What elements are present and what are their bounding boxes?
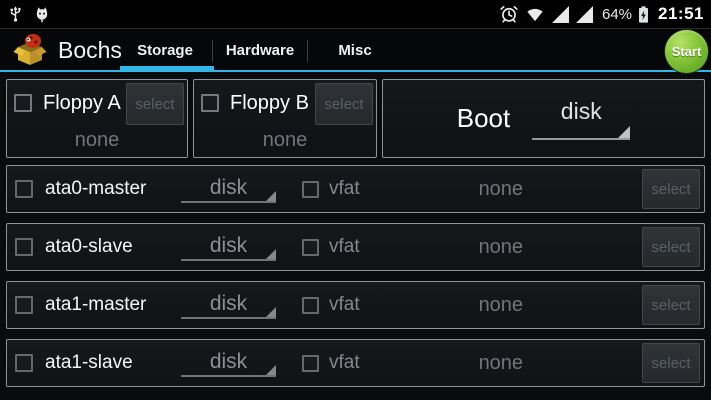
media-type-value: disk [210,292,247,316]
floppy-a-panel: Floppy A select none [6,79,188,158]
ata0-slave-value: none [360,236,642,259]
floppy-a-checkbox[interactable] [14,94,32,112]
vfat-label: vfat [329,178,360,200]
ata1-slave-checkbox[interactable] [15,354,33,372]
ata1-slave-select-button[interactable]: select [642,343,700,383]
floppy-b-panel: Floppy B select none [193,79,377,158]
action-bar: Bochs Storage Hardware Misc Start [0,28,711,72]
ata0-slave-media-spinner[interactable]: disk [181,234,276,261]
wifi-icon [524,4,546,24]
floppy-a-label: Floppy A [43,92,121,115]
ata1-slave-label: ata1-slave [45,352,167,374]
ata1-master-select-button[interactable]: select [642,285,700,325]
usb-icon [7,4,24,24]
ata1-master-media-spinner[interactable]: disk [181,292,276,319]
clock-time: 21:51 [658,4,704,24]
battery-icon [637,4,650,25]
floppy-a-value: none [7,129,187,152]
floppy-b-checkbox[interactable] [201,94,219,112]
tab-misc[interactable]: Misc [308,29,402,72]
spinner-arrow-icon [266,249,276,259]
ata0-master-select-button[interactable]: select [642,169,700,209]
vfat-label: vfat [329,236,360,258]
ata0-master-label: ata0-master [45,178,167,200]
cell-signal-icon [575,5,594,24]
ata0-master-value: none [360,178,642,201]
floppy-a-select-button[interactable]: select [126,83,184,125]
boot-device-value: disk [561,98,602,125]
battery-percent: 64% [602,6,632,23]
ata0-master-vfat-checkbox[interactable] [302,181,319,198]
ata1-slave-row: ata1-slave disk vfat none select [6,339,705,387]
ata1-master-label: ata1-master [45,294,167,316]
ata1-master-checkbox[interactable] [15,296,33,314]
vfat-label: vfat [329,352,360,374]
ata1-slave-media-spinner[interactable]: disk [181,350,276,377]
media-type-value: disk [210,350,247,374]
bochs-app-icon [12,30,48,71]
adb-icon [33,4,51,24]
ata1-master-vfat-checkbox[interactable] [302,297,319,314]
spinner-arrow-icon [266,307,276,317]
media-type-value: disk [210,176,247,200]
floppy-b-value: none [194,129,376,152]
ata0-slave-checkbox[interactable] [15,238,33,256]
ata0-slave-label: ata0-slave [45,236,167,258]
vfat-label: vfat [329,294,360,316]
ata1-master-row: ata1-master disk vfat none select [6,281,705,329]
ata0-slave-row: ata0-slave disk vfat none select [6,223,705,271]
status-bar: 64% 21:51 [0,0,711,28]
alarm-icon [499,4,519,24]
ata0-master-checkbox[interactable] [15,180,33,198]
boot-device-spinner[interactable]: disk [532,98,630,140]
ata0-slave-select-button[interactable]: select [642,227,700,267]
app-title: Bochs [58,37,122,64]
floppy-b-label: Floppy B [230,92,309,115]
boot-label: Boot [457,103,511,134]
ata1-slave-vfat-checkbox[interactable] [302,355,319,372]
selected-tab-underline [120,66,214,72]
cell-signal-icon [551,5,570,24]
tab-hardware[interactable]: Hardware [213,29,307,72]
spinner-arrow-icon [266,191,276,201]
ata1-slave-value: none [360,352,642,375]
floppy-b-select-button[interactable]: select [315,83,373,125]
spinner-arrow-icon [618,126,630,138]
spinner-arrow-icon [266,365,276,375]
ata0-master-row: ata0-master disk vfat none select [6,165,705,213]
boot-panel: Boot disk [382,79,705,158]
start-button[interactable]: Start [665,30,708,73]
storage-page: Floppy A select none Floppy B select non… [0,72,711,387]
ata0-slave-vfat-checkbox[interactable] [302,239,319,256]
ata1-master-value: none [360,294,642,317]
tab-strip-line [0,70,711,72]
ata0-master-media-spinner[interactable]: disk [181,176,276,203]
media-type-value: disk [210,234,247,258]
